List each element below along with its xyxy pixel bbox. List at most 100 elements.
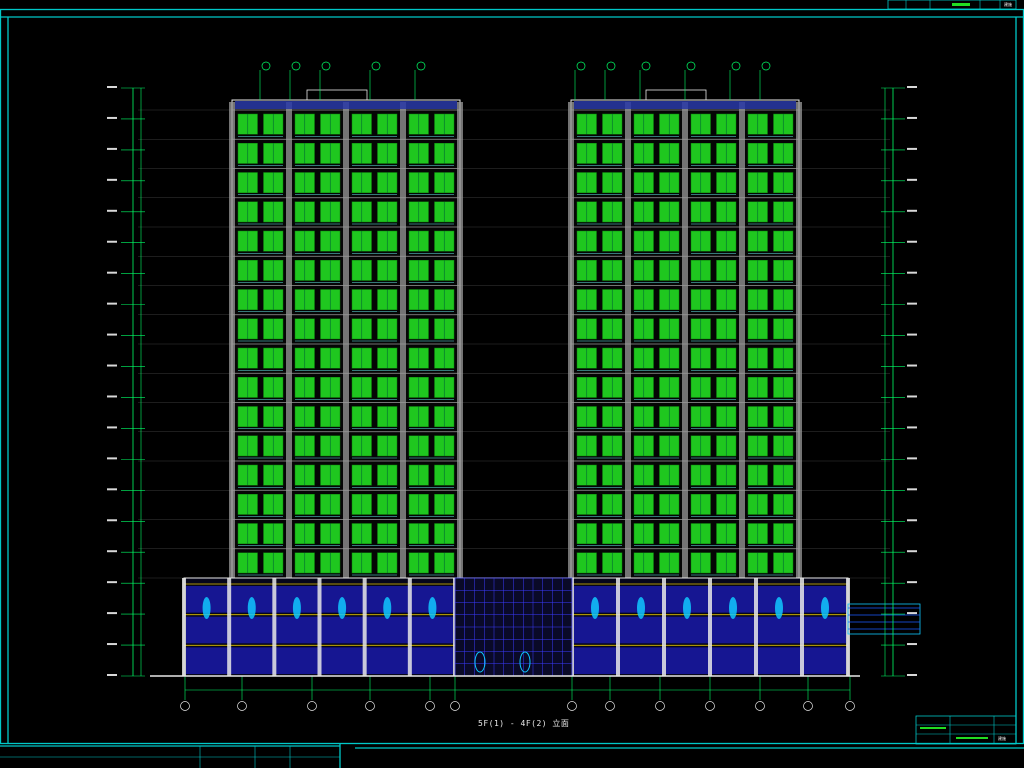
- axis-bubble: [705, 701, 715, 711]
- podium-lamp: [428, 597, 437, 619]
- structural-pier: [682, 102, 688, 578]
- level-marker: [907, 426, 917, 429]
- level-marker: [907, 86, 917, 88]
- level-marker: [907, 209, 917, 212]
- residential-towers: [229, 89, 802, 579]
- podium-lamp: [821, 597, 829, 619]
- level-marker: [907, 674, 917, 676]
- level-marker: [107, 643, 117, 646]
- roof-parapet: [645, 89, 707, 101]
- podium-wing-2: [570, 578, 850, 676]
- level-marker: [107, 147, 117, 150]
- level-marker: [907, 240, 917, 243]
- axis-bubble: [655, 701, 665, 711]
- structural-pier: [625, 102, 631, 578]
- leader-tag: [731, 61, 741, 71]
- axis-bubble: [803, 701, 813, 711]
- podium-column: [317, 578, 322, 676]
- level-marker: [907, 271, 917, 274]
- roof-parapet: [306, 89, 368, 101]
- axis-bubble: [307, 701, 317, 711]
- level-marker: [107, 209, 117, 212]
- commercial-podium: [182, 577, 921, 677]
- level-marker: [907, 550, 917, 553]
- podium-lamp: [637, 597, 645, 619]
- structural-pier: [796, 102, 802, 578]
- leader-tag: [371, 61, 381, 71]
- level-marker: [107, 240, 117, 243]
- axis-bubble: [365, 701, 375, 711]
- podium-column: [227, 578, 232, 676]
- dimension-column-left: [107, 86, 145, 677]
- level-marker: [107, 395, 117, 398]
- leader-tag: [761, 61, 771, 71]
- level-marker: [907, 302, 917, 305]
- drawing-caption: 5F(1) - 4F(2) 立面: [478, 719, 570, 728]
- structural-pier: [568, 102, 574, 578]
- structural-pier: [400, 102, 406, 578]
- level-marker: [107, 488, 117, 491]
- podium-wing-1: [182, 578, 457, 676]
- podium-lamp: [729, 597, 737, 619]
- title-block-top-right: [887, 0, 1017, 10]
- leader-tag: [606, 61, 616, 71]
- structural-pier: [457, 102, 463, 578]
- axis-bubble: [605, 701, 615, 711]
- podium-lamp: [775, 597, 783, 619]
- tower-1: [229, 89, 463, 579]
- level-marker: [907, 333, 917, 336]
- top-floor-band: [574, 101, 796, 109]
- title-block-bottom-left: [0, 746, 340, 768]
- podium-column: [708, 578, 712, 676]
- level-marker: [107, 581, 117, 584]
- level-marker: [107, 612, 117, 615]
- sky-bridge: [847, 603, 921, 635]
- level-marker: [907, 116, 917, 119]
- level-marker: [907, 488, 917, 491]
- atrium-curtain-wall: [454, 577, 573, 677]
- cad-elevation-drawing: [0, 0, 1024, 768]
- level-marker: [107, 364, 117, 367]
- podium-column: [616, 578, 620, 676]
- podium-lamp: [202, 597, 211, 619]
- podium-column: [800, 578, 804, 676]
- level-marker: [907, 147, 917, 150]
- level-marker: [907, 643, 917, 646]
- level-marker: [107, 333, 117, 336]
- leader-tag: [641, 61, 651, 71]
- podium-column: [182, 578, 186, 676]
- title-block-sheet-code-top: 建施: [1004, 2, 1012, 7]
- podium-column: [362, 578, 367, 676]
- axis-bubble: [180, 701, 190, 711]
- podium-column: [662, 578, 666, 676]
- structural-pier: [739, 102, 745, 578]
- axis-bubble: [237, 701, 247, 711]
- level-marker: [107, 86, 117, 88]
- podium-lamp: [683, 597, 691, 619]
- level-marker: [107, 302, 117, 305]
- level-marker: [107, 674, 117, 676]
- level-marker: [107, 519, 117, 522]
- leader-tag: [576, 61, 586, 71]
- level-marker: [107, 550, 117, 553]
- dimension-column-right: [881, 86, 917, 677]
- leader-tag: [261, 61, 271, 71]
- podium-lamp: [338, 597, 347, 619]
- level-marker: [907, 395, 917, 398]
- axis-bubble: [425, 701, 435, 711]
- level-marker: [107, 457, 117, 460]
- podium-lamp: [591, 597, 599, 619]
- level-marker: [107, 271, 117, 274]
- podium-column: [272, 578, 277, 676]
- level-marker: [107, 116, 117, 119]
- axis-bubble: [567, 701, 577, 711]
- top-floor-band: [235, 101, 457, 109]
- leader-tag: [321, 61, 331, 71]
- title-block-sheet-code-bottom: 建施: [998, 736, 1006, 741]
- level-marker: [907, 178, 917, 181]
- axis-bubble: [755, 701, 765, 711]
- level-marker: [107, 426, 117, 429]
- tower-2: [568, 89, 802, 579]
- structural-pier: [286, 102, 292, 578]
- podium-lamp: [247, 597, 256, 619]
